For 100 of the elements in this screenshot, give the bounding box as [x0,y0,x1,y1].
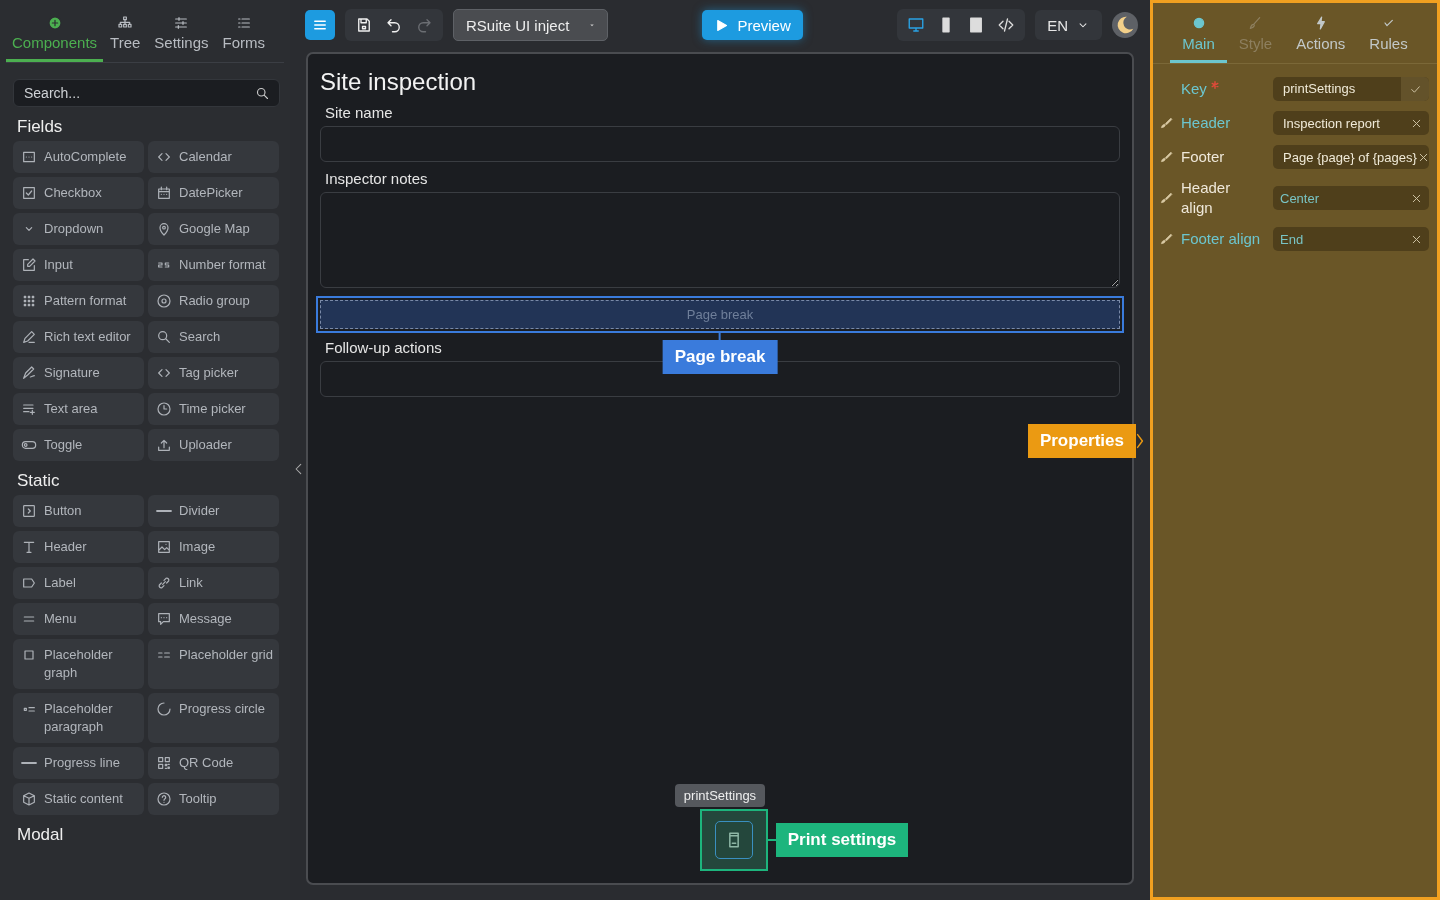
component-item[interactable]: Tag picker [148,357,279,389]
menu-button[interactable] [305,10,335,40]
brush-icon[interactable] [1159,116,1173,130]
print-settings-component[interactable] [699,809,768,871]
signature-pen-icon [21,365,37,381]
component-item[interactable]: Placeholder grid [148,639,279,689]
sidebar-tab[interactable]: Settings [147,0,216,62]
component-item[interactable]: Image [148,531,279,563]
select-field[interactable]: End [1273,227,1429,251]
search-icon [255,86,270,101]
component-item[interactable]: Search [148,321,279,353]
dash-icon [156,509,172,513]
tag-icon [21,575,37,591]
clock-icon [156,401,172,417]
component-item[interactable]: Signature [13,357,144,389]
field-label: Site name [325,104,394,121]
text-lines-icon [21,401,37,417]
field-label: Inspector notes [325,170,429,187]
form-title: Site inspection [320,68,478,96]
component-item[interactable]: Label [13,567,144,599]
callout-label: Print settings [775,823,909,857]
select-field[interactable]: Center [1273,186,1429,210]
search-field[interactable]: Search... [13,79,280,107]
component-item[interactable]: Progress circle [148,693,279,743]
radio-icon [156,293,172,309]
component-item[interactable]: Toggle [13,429,144,461]
component-item[interactable]: Progress line [13,747,144,779]
component-item[interactable]: Menu [13,603,144,635]
theme-toggle[interactable] [1112,12,1138,38]
component-item[interactable]: Link [148,567,279,599]
component-item[interactable]: AutoComplete [13,141,144,173]
component-item[interactable]: Placeholder graph [13,639,144,689]
sidebar-tab[interactable]: Components [6,0,104,62]
component-item[interactable]: Calendar [148,141,279,173]
play-icon [714,17,730,33]
code-slash-icon [997,16,1016,34]
image-icon [156,539,172,555]
template-dropdown[interactable]: RSuite UI inject [453,9,608,41]
message-icon [156,611,172,627]
component-item[interactable]: Input [13,249,144,281]
property-label: Footer [1181,147,1226,167]
pen-icon [21,329,37,345]
dot-grid-icon [21,293,37,309]
language-dropdown[interactable]: EN [1035,10,1102,40]
property-label: Footer align [1181,229,1262,249]
brush-icon[interactable] [1159,232,1173,246]
callout-label: Properties [1027,424,1136,458]
input-field[interactable]: Page {page} of {pages} [1273,145,1429,169]
component-item[interactable]: Number format [148,249,279,281]
sidebar-tab[interactable]: Tree [103,0,148,62]
key-input[interactable]: printSettings [1273,77,1429,101]
qr-code-icon [156,755,172,771]
component-item[interactable]: Button [13,495,144,527]
sidebar-tab[interactable]: Forms [215,0,273,62]
properties-tab[interactable]: Actions [1284,3,1358,63]
brush-icon[interactable] [1159,150,1173,164]
component-item[interactable]: Google Map [148,213,279,245]
property-label: Header align [1181,178,1232,218]
component-item[interactable]: Text area [13,393,144,425]
section-heading: Modal [17,825,65,845]
component-item[interactable]: Radio group [148,285,279,317]
component-item[interactable]: Static content [13,783,144,815]
component-item[interactable]: Pattern format [13,285,144,317]
component-item[interactable]: DatePicker [148,177,279,209]
text-input[interactable] [320,126,1120,162]
input-field[interactable]: Inspection report [1273,111,1429,135]
dash-icon [21,761,37,765]
brush-icon[interactable] [1159,191,1173,205]
hierarchy-icon [117,14,134,31]
component-item[interactable]: Tooltip [148,783,279,815]
callout-label: Page break [662,340,778,374]
component-item[interactable]: Message [148,603,279,635]
property-label: Header [1181,113,1232,133]
monitor-icon [907,16,926,34]
properties-tab[interactable]: Rules [1357,3,1420,63]
section-heading: Static [17,471,61,491]
component-item[interactable]: Header [13,531,144,563]
component-item[interactable]: Dropdown [13,213,144,245]
undo-icon [385,16,403,34]
tooltip: printSettings [674,784,766,807]
checkbox-icon [21,185,37,201]
component-item[interactable]: Checkbox [13,177,144,209]
component-item[interactable]: QR Code [148,747,279,779]
preview-button[interactable]: Preview [702,10,803,40]
component-item[interactable]: Placeholder paragraph [13,693,144,743]
input-dots-icon [21,149,37,165]
upload-icon [156,437,172,453]
calendar-icon [156,185,172,201]
cube-icon [21,791,37,807]
arrow-right-icon [1136,432,1144,450]
component-item[interactable]: Uploader [148,429,279,461]
redo-icon [415,16,433,34]
component-item[interactable]: Divider [148,495,279,527]
component-item[interactable]: Rich text editor [13,321,144,353]
section-heading: Fields [17,117,64,137]
page-break[interactable]: Page break [316,296,1124,333]
progress-arc-icon [156,701,172,717]
properties-tab[interactable]: Main [1170,3,1227,63]
map-pin-icon [156,221,172,237]
component-item[interactable]: Time picker [148,393,279,425]
